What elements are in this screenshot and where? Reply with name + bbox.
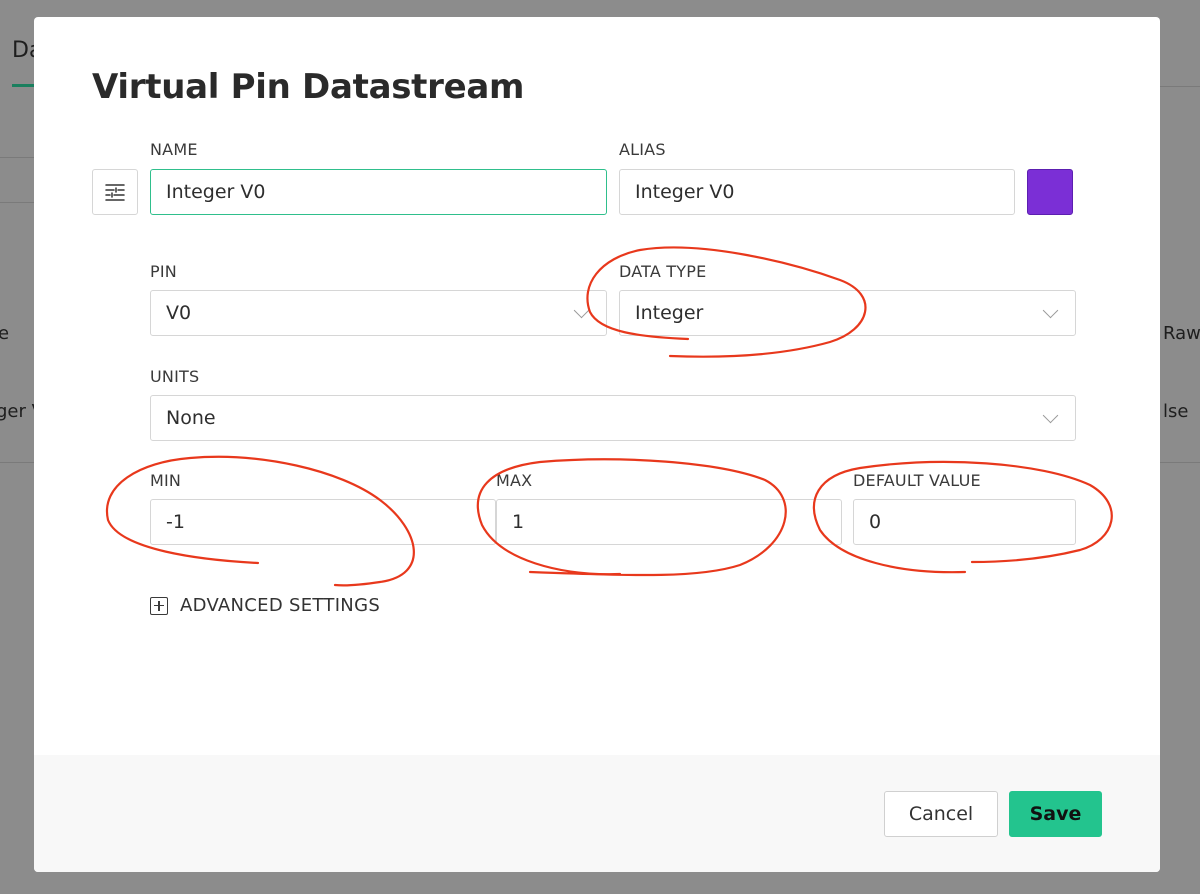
background-divider [0, 157, 34, 158]
data-type-select[interactable]: Integer [619, 290, 1076, 336]
min-label: MIN [150, 471, 182, 490]
min-input[interactable] [150, 499, 496, 545]
default-value-input[interactable] [853, 499, 1076, 545]
alias-input[interactable] [619, 169, 1015, 215]
datastream-settings-button[interactable] [92, 169, 138, 215]
data-type-select-value: Integer [635, 302, 704, 324]
chevron-down-icon [1042, 407, 1059, 423]
background-divider [1160, 462, 1200, 463]
plus-square-icon [150, 596, 168, 615]
data-type-label: DATA TYPE [619, 262, 707, 281]
color-picker-swatch[interactable] [1027, 169, 1073, 215]
advanced-settings-toggle[interactable]: ADVANCED SETTINGS [150, 595, 380, 616]
pin-select-value: V0 [166, 302, 192, 324]
pin-select[interactable]: V0 [150, 290, 607, 336]
alias-label: ALIAS [619, 140, 666, 159]
background-tab-underline [12, 84, 34, 87]
cancel-button[interactable]: Cancel [884, 791, 998, 837]
tune-icon [105, 184, 125, 201]
datastream-dialog: Virtual Pin Datastream NAME ALIAS PIN V0… [34, 17, 1160, 872]
dialog-title: Virtual Pin Datastream [92, 67, 525, 107]
background-divider [0, 202, 34, 203]
chevron-down-icon [1042, 302, 1059, 318]
max-input[interactable] [496, 499, 842, 545]
background-column-header: Raw [1163, 323, 1200, 344]
units-select[interactable]: None [150, 395, 1076, 441]
advanced-settings-label: ADVANCED SETTINGS [180, 595, 381, 616]
name-label: NAME [150, 140, 198, 159]
units-label: UNITS [150, 367, 200, 386]
background-column-header: e [0, 323, 10, 344]
pin-label: PIN [150, 262, 177, 281]
default-value-label: DEFAULT VALUE [853, 471, 981, 490]
name-input[interactable] [150, 169, 607, 215]
save-button[interactable]: Save [1009, 791, 1102, 837]
background-row-cell: lse [1163, 401, 1189, 422]
background-divider [0, 462, 34, 463]
max-label: MAX [496, 471, 533, 490]
units-select-value: None [166, 407, 216, 429]
background-divider [1160, 86, 1200, 87]
chevron-down-icon [573, 302, 590, 318]
